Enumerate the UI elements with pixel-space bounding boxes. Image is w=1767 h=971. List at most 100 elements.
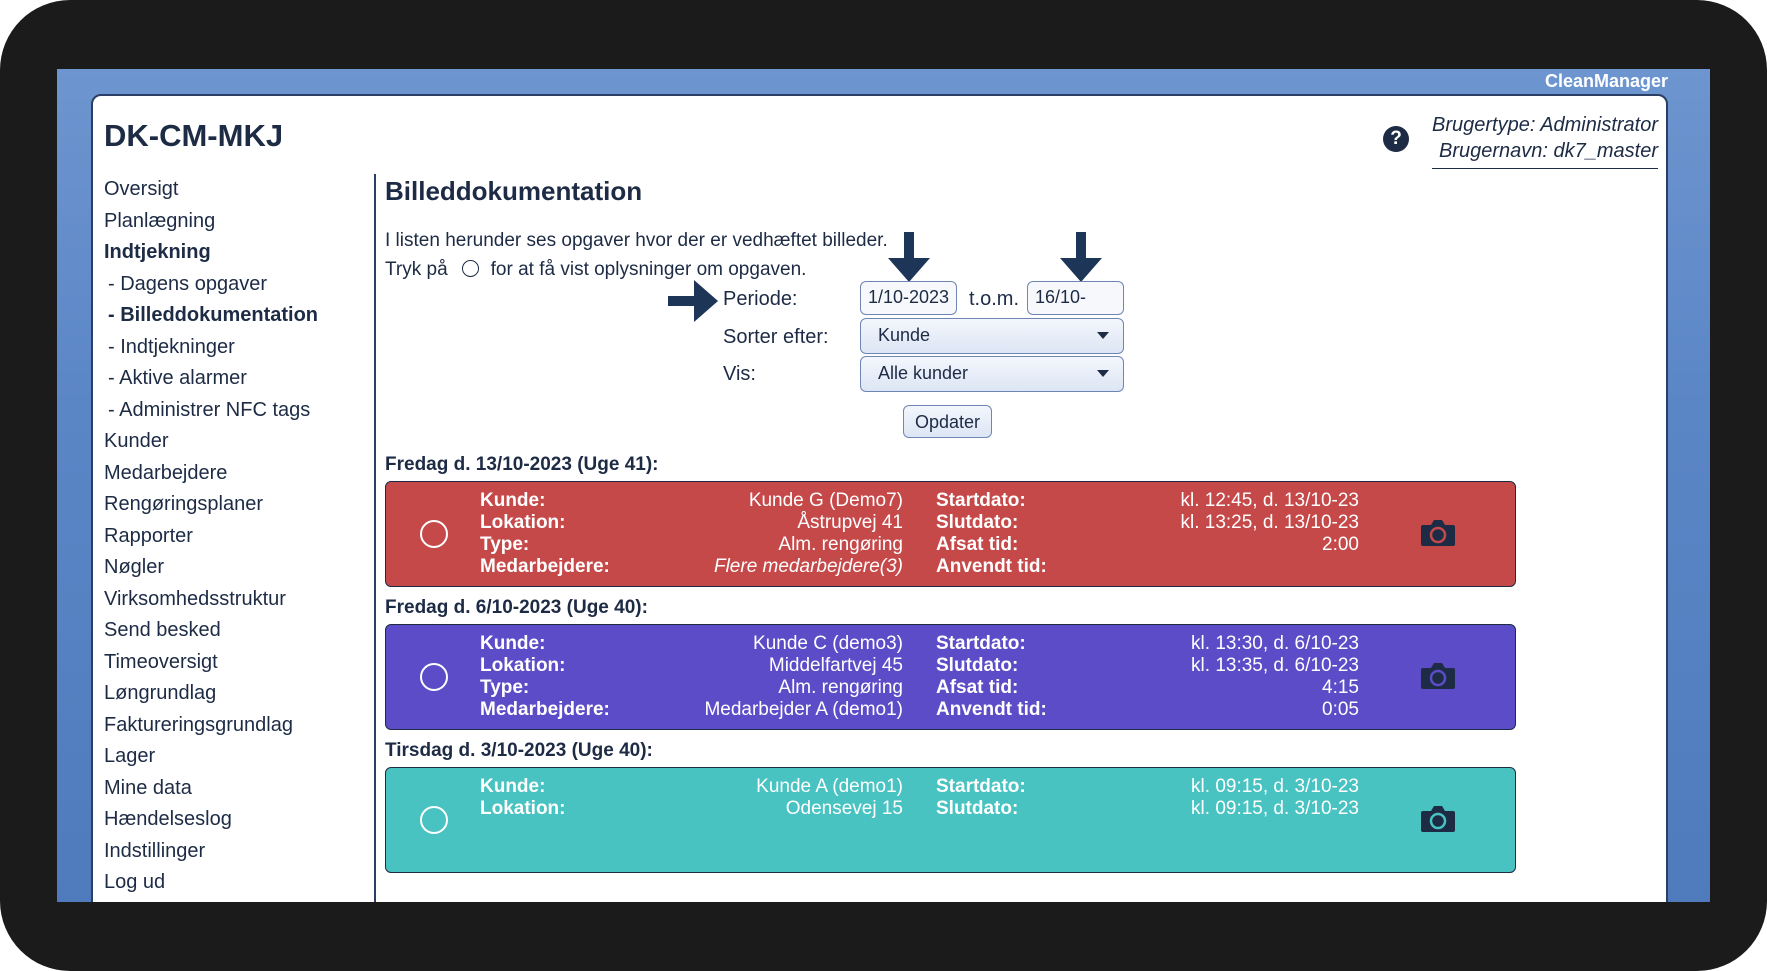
page-title: Billeddokumentation xyxy=(385,176,643,206)
customer-label: Kunde: xyxy=(480,633,546,654)
task-labels-right: Startdato: Slutdato: xyxy=(936,776,1026,820)
sidebar-item-kunder[interactable]: Kunder xyxy=(104,426,364,458)
allotted-time-label: Afsat tid: xyxy=(936,534,1019,555)
sidebar-divider xyxy=(374,174,376,902)
type-label: Type: xyxy=(480,534,530,555)
type-value: Alm. rengøring xyxy=(778,534,903,555)
device-frame: CleanManager DK-CM-MKJ ? Brugertype: Adm… xyxy=(0,0,1767,971)
sidebar-item-loengrundlag[interactable]: Løngrundlag xyxy=(104,678,364,710)
used-time-label: Anvendt tid: xyxy=(936,556,1047,577)
task-card: Kunde: Lokation: Kunde A (demo1) Odensev… xyxy=(385,767,1516,873)
sidebar-item-faktureringsgrundlag[interactable]: Faktureringsgrundlag xyxy=(104,710,364,742)
camera-icon[interactable] xyxy=(1420,661,1456,691)
arrow-right-icon xyxy=(668,280,718,322)
user-name: Brugernavn: dk7_master xyxy=(1438,140,1658,162)
location-label: Lokation: xyxy=(480,655,566,676)
used-time-value xyxy=(1180,556,1359,578)
end-date-value: kl. 13:25, d. 13/10-23 xyxy=(1180,512,1359,533)
sidebar-item-indtjekning[interactable]: Indtjekning xyxy=(104,237,364,269)
day-heading: Fredag d. 6/10-2023 (Uge 40): xyxy=(385,597,648,618)
site-title: DK-CM-MKJ xyxy=(104,118,284,153)
arrow-down-icon xyxy=(1060,232,1102,282)
type-value: Alm. rengøring xyxy=(778,677,903,698)
chevron-down-icon xyxy=(1097,332,1109,339)
show-label: Vis: xyxy=(723,363,756,385)
sidebar-item-haendelseslog[interactable]: Hændelseslog xyxy=(104,804,364,836)
task-labels-right: Startdato: Slutdato: Afsat tid: Anvendt … xyxy=(936,633,1047,721)
arrow-down-icon xyxy=(888,232,930,282)
date-from-input[interactable]: 1/10-2023 xyxy=(860,281,957,315)
camera-icon[interactable] xyxy=(1420,518,1456,548)
sidebar-item-log-ud[interactable]: Log ud xyxy=(104,867,364,899)
update-button[interactable]: Opdater xyxy=(903,405,992,438)
start-date-value: kl. 12:45, d. 13/10-23 xyxy=(1180,490,1359,511)
intro-line-2: Tryk på for at få vist oplysninger om opg… xyxy=(385,259,806,281)
type-label: Type: xyxy=(480,677,530,698)
customer-label: Kunde: xyxy=(480,490,546,511)
allotted-time-label: Afsat tid: xyxy=(936,677,1019,698)
sidebar-item-indstillinger[interactable]: Indstillinger xyxy=(104,836,364,868)
sidebar-item-virksomhedsstruktur[interactable]: Virksomhedsstruktur xyxy=(104,584,364,616)
sort-label: Sorter efter: xyxy=(723,326,829,348)
sort-select[interactable]: Kunde xyxy=(860,318,1124,354)
page-container: DK-CM-MKJ ? Brugertype: Administrator Br… xyxy=(91,94,1668,902)
sidebar-item-rengoeringsplaner[interactable]: Rengøringsplaner xyxy=(104,489,364,521)
start-date-value: kl. 09:15, d. 3/10-23 xyxy=(1191,776,1359,797)
task-labels-left: Kunde: Lokation: xyxy=(480,776,566,820)
sidebar-item-send-besked[interactable]: Send besked xyxy=(104,615,364,647)
sidebar-item-oversigt[interactable]: Oversigt xyxy=(104,174,364,206)
location-label: Lokation: xyxy=(480,512,566,533)
used-time-label: Anvendt tid: xyxy=(936,699,1047,720)
start-date-label: Startdato: xyxy=(936,633,1026,654)
show-select[interactable]: Alle kunder xyxy=(860,356,1124,392)
task-values-right: kl. 09:15, d. 3/10-23 kl. 09:15, d. 3/10… xyxy=(1191,776,1359,820)
task-labels-left: Kunde: Lokation: Type: Medarbejdere: xyxy=(480,490,610,578)
employees-value: Medarbejder A (demo1) xyxy=(704,699,903,720)
sidebar-nav: Oversigt Planlægning Indtjekning - Dagen… xyxy=(104,174,364,899)
sidebar-item-medarbejdere[interactable]: Medarbejdere xyxy=(104,458,364,490)
location-value: Middelfartvej 45 xyxy=(768,655,903,676)
task-values-left: Kunde A (demo1) Odensevej 15 xyxy=(756,776,903,820)
start-date-value: kl. 13:30, d. 6/10-23 xyxy=(1191,633,1359,654)
intro-post-text: for at få vist oplysninger om opgaven. xyxy=(490,259,807,280)
sidebar-item-timeoversigt[interactable]: Timeoversigt xyxy=(104,647,364,679)
radio-example-icon xyxy=(461,260,479,277)
sidebar-item-planlaegning[interactable]: Planlægning xyxy=(104,206,364,238)
task-values-left: Kunde G (Demo7) Åstrupvej 41 Alm. rengør… xyxy=(714,490,903,578)
to-label: t.o.m. xyxy=(969,288,1020,310)
employees-label: Medarbejdere: xyxy=(480,699,610,720)
sidebar-item-indtjekninger[interactable]: - Indtjekninger xyxy=(104,332,364,364)
task-card: Kunde: Lokation: Type: Medarbejdere: Kun… xyxy=(385,481,1516,587)
sidebar-item-nfc-tags[interactable]: - Administrer NFC tags xyxy=(104,395,364,427)
sidebar-item-rapporter[interactable]: Rapporter xyxy=(104,521,364,553)
day-heading: Fredag d. 13/10-2023 (Uge 41): xyxy=(385,454,659,475)
intro-pre-text: Tryk på xyxy=(385,259,448,280)
allotted-time-value: 4:15 xyxy=(1322,677,1359,698)
task-radio[interactable] xyxy=(420,663,448,691)
sidebar-item-billeddokumentation[interactable]: - Billeddokumentation xyxy=(104,300,364,332)
show-select-value: Alle kunder xyxy=(878,363,969,383)
task-radio[interactable] xyxy=(420,806,448,834)
sidebar-item-dagens-opgaver[interactable]: - Dagens opgaver xyxy=(104,269,364,301)
end-date-label: Slutdato: xyxy=(936,798,1019,819)
task-labels-left: Kunde: Lokation: Type: Medarbejdere: xyxy=(480,633,610,721)
used-time-value: 0:05 xyxy=(1322,699,1359,720)
camera-icon[interactable] xyxy=(1420,804,1456,834)
task-labels-right: Startdato: Slutdato: Afsat tid: Anvendt … xyxy=(936,490,1047,578)
start-date-label: Startdato: xyxy=(936,490,1026,511)
allotted-time-value: 2:00 xyxy=(1322,534,1359,555)
task-values-right: kl. 13:30, d. 6/10-23 kl. 13:35, d. 6/10… xyxy=(1191,633,1359,721)
sidebar-item-mine-data[interactable]: Mine data xyxy=(104,773,364,805)
sidebar-item-noegler[interactable]: Nøgler xyxy=(104,552,364,584)
customer-value: Kunde G (Demo7) xyxy=(748,490,903,511)
sidebar-item-aktive-alarmer[interactable]: - Aktive alarmer xyxy=(104,363,364,395)
sidebar-item-lager[interactable]: Lager xyxy=(104,741,364,773)
end-date-value: kl. 13:35, d. 6/10-23 xyxy=(1191,655,1359,676)
end-date-label: Slutdato: xyxy=(936,512,1019,533)
end-date-label: Slutdato: xyxy=(936,655,1019,676)
task-radio[interactable] xyxy=(420,520,448,548)
customer-value: Kunde A (demo1) xyxy=(756,776,903,797)
end-date-value: kl. 09:15, d. 3/10-23 xyxy=(1191,798,1359,819)
help-icon[interactable]: ? xyxy=(1383,126,1409,152)
date-to-input[interactable]: 16/10-2023 xyxy=(1027,281,1124,338)
